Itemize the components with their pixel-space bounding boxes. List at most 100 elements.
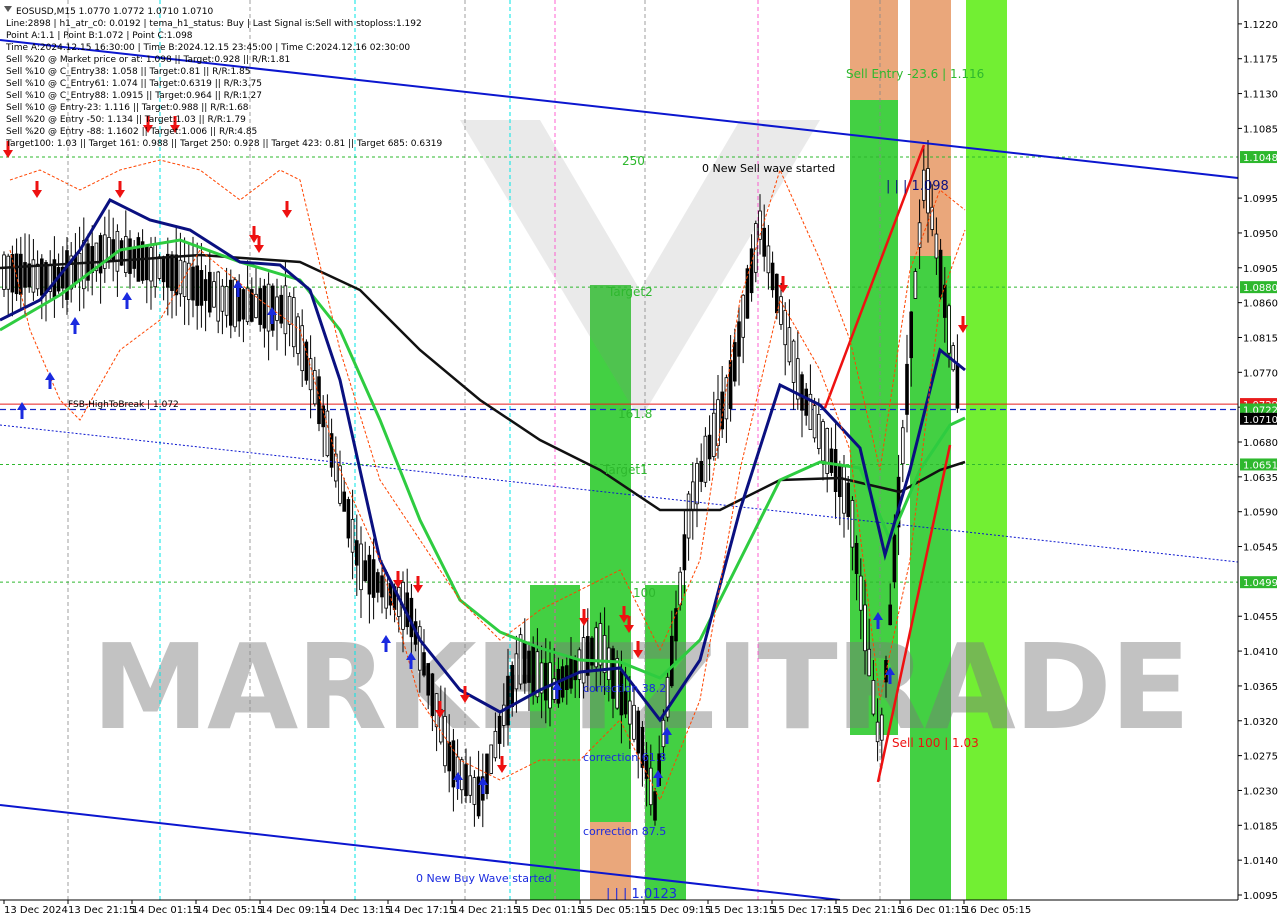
candle-body xyxy=(73,255,78,285)
candle-body xyxy=(191,266,195,301)
candle-body xyxy=(632,704,636,740)
candle-body xyxy=(850,500,855,548)
chart-container: MARKETZITRADE 250 Target2 161.8 Target1 100 0… xyxy=(0,0,1280,920)
candle-body xyxy=(287,295,292,325)
candle-body xyxy=(867,648,871,677)
price-tick-label: 1.0950 xyxy=(1243,229,1278,240)
label-target2: Target2 xyxy=(607,285,653,299)
candle-body xyxy=(199,270,204,306)
time-tick-label: 15 Dec 01:15 xyxy=(516,905,583,916)
price-tick-label: 1.0815 xyxy=(1243,333,1278,344)
sell-arrow-icon xyxy=(497,756,507,773)
candle-body xyxy=(212,281,216,308)
candle-body xyxy=(506,675,510,726)
candle-body xyxy=(300,325,304,372)
candle-body xyxy=(354,540,359,566)
candle-body xyxy=(770,262,775,291)
price-tag-label-0: 1.1048 xyxy=(1243,153,1278,164)
candle-body xyxy=(153,244,158,288)
candle-body xyxy=(6,255,10,290)
candle-body xyxy=(951,345,955,371)
candle-body xyxy=(821,421,825,462)
time-tick-label: 15 Dec 05:15 xyxy=(580,905,647,916)
time-tick-label: 15 Dec 21:15 xyxy=(836,905,903,916)
candle-body xyxy=(602,635,607,674)
price-tick-label: 1.0275 xyxy=(1243,752,1278,763)
candle-body xyxy=(132,246,137,269)
price-tick-label: 1.0860 xyxy=(1243,299,1278,310)
info-line-7: Sell %10 @ Entry-23: 1.116 || Target:0.9… xyxy=(6,103,249,113)
candle-body xyxy=(863,604,867,652)
candle-body xyxy=(245,287,250,323)
candle-body xyxy=(497,715,502,744)
candle-body xyxy=(649,767,653,806)
candle-body xyxy=(359,543,363,591)
candle-body xyxy=(560,666,565,698)
candle-body xyxy=(279,294,283,324)
price-tick-label: 1.0095 xyxy=(1243,891,1278,902)
candle-body xyxy=(203,279,208,301)
candle-body xyxy=(31,259,36,293)
candle-body xyxy=(741,294,745,338)
candle-body xyxy=(241,289,246,320)
candle-body xyxy=(325,410,330,457)
candle-body xyxy=(678,571,682,606)
candlestick-chart: MARKETZITRADE 250 Target2 161.8 Target1 100 0… xyxy=(0,0,1280,920)
candle-body xyxy=(35,263,40,290)
candle-body xyxy=(329,433,334,468)
candle-body xyxy=(703,435,708,483)
candle-body xyxy=(892,534,897,583)
label-correction-87-5: correction 87.5 xyxy=(583,825,666,838)
candle-body xyxy=(573,657,577,681)
candle-body xyxy=(804,388,808,416)
price-tick-label: 1.0140 xyxy=(1243,856,1278,867)
candle-body xyxy=(149,247,153,282)
candle-body xyxy=(859,575,863,611)
sell-arrow-icon xyxy=(32,181,42,198)
candle-body xyxy=(871,680,876,715)
zone-9 xyxy=(966,0,1007,900)
candle-body xyxy=(699,460,703,482)
price-tick-label: 1.0545 xyxy=(1243,543,1278,554)
candle-body xyxy=(14,253,19,295)
candle-body xyxy=(342,491,346,512)
axes-layer: 1.1220 1.1175 1.1130 1.1085 1.0995 1.0950 1.09… xyxy=(0,0,1280,920)
candle-body xyxy=(422,652,426,676)
candle-body xyxy=(838,463,842,498)
price-tag-label-6: 1.0499 xyxy=(1243,578,1278,589)
label-250: 250 xyxy=(622,154,645,168)
price-tick-label: 1.0455 xyxy=(1243,612,1278,623)
info-line-6: Sell %10 @ C_Entry88: 1.0915 || Target:0… xyxy=(6,91,262,101)
candle-body xyxy=(124,236,128,273)
candle-body xyxy=(854,543,859,574)
collapse-triangle-icon xyxy=(4,6,12,12)
candle-body xyxy=(586,636,590,676)
black-ma-line xyxy=(0,253,966,512)
candle-body xyxy=(682,534,687,571)
time-tick-label: 16 Dec 01:15 xyxy=(900,905,967,916)
candle-body xyxy=(947,305,951,354)
green-ma-line xyxy=(0,238,966,680)
candle-body xyxy=(833,449,838,492)
zone-6 xyxy=(910,0,951,200)
candle-body xyxy=(577,649,582,680)
candle-body xyxy=(363,560,367,582)
price-tick-label: 1.1085 xyxy=(1243,124,1278,135)
price-tick-label: 1.1175 xyxy=(1243,55,1278,66)
price-tick-label: 1.0995 xyxy=(1243,194,1278,205)
label-sell-entry: Sell Entry -23.6 | 1.116 xyxy=(846,67,984,81)
candle-body xyxy=(728,360,733,409)
price-tick-label: 1.0680 xyxy=(1243,438,1278,449)
candle-body xyxy=(955,363,960,409)
candle-body xyxy=(909,311,913,359)
candle-body xyxy=(825,428,829,474)
candle-body xyxy=(220,285,225,312)
candle-body xyxy=(291,297,296,348)
candle-body xyxy=(275,296,279,321)
candle-body xyxy=(880,714,884,741)
candle-body xyxy=(350,519,355,553)
label-new-buy-wave: 0 New Buy Wave started xyxy=(416,872,552,885)
candle-body xyxy=(787,327,792,363)
candle-body xyxy=(464,764,468,797)
candle-body xyxy=(77,252,82,282)
